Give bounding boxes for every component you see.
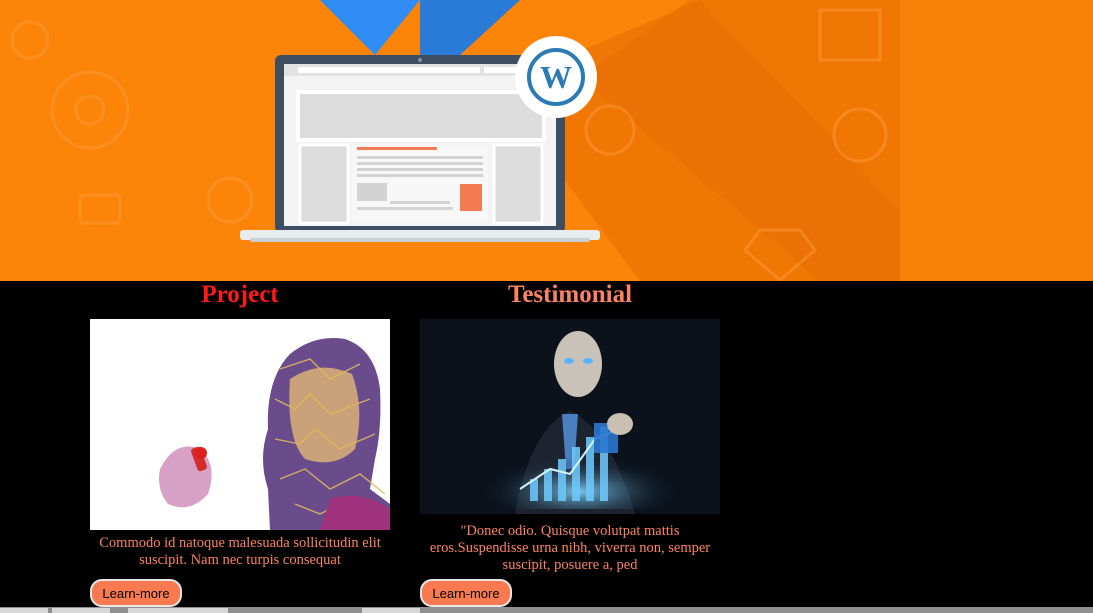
hero-banner: W [0,0,1093,281]
testimonial-card: Testimonial "Donec odio. Quisque volutpa… [420,281,720,607]
card-text-project: Commodo id natoque malesuada sollicitudi… [99,535,381,568]
card-title-project: Project [201,281,279,308]
learn-more-button[interactable]: Learn-more [90,579,182,607]
learn-more-button[interactable]: Learn-more [420,579,512,607]
wordpress-logo-icon [515,36,597,118]
hero-image: W [0,0,900,281]
android-businessman-chart-image [420,319,720,519]
card-title-testimonial: Testimonial [507,281,633,308]
robot-woman-circuit-image [90,319,390,535]
project-card: Project Commodo id natoque malesuada sol… [90,281,390,607]
taskbar-strip [0,607,1093,613]
card-text-testimonial: "Donec odio. Quisque volutpat mattis ero… [429,523,711,573]
